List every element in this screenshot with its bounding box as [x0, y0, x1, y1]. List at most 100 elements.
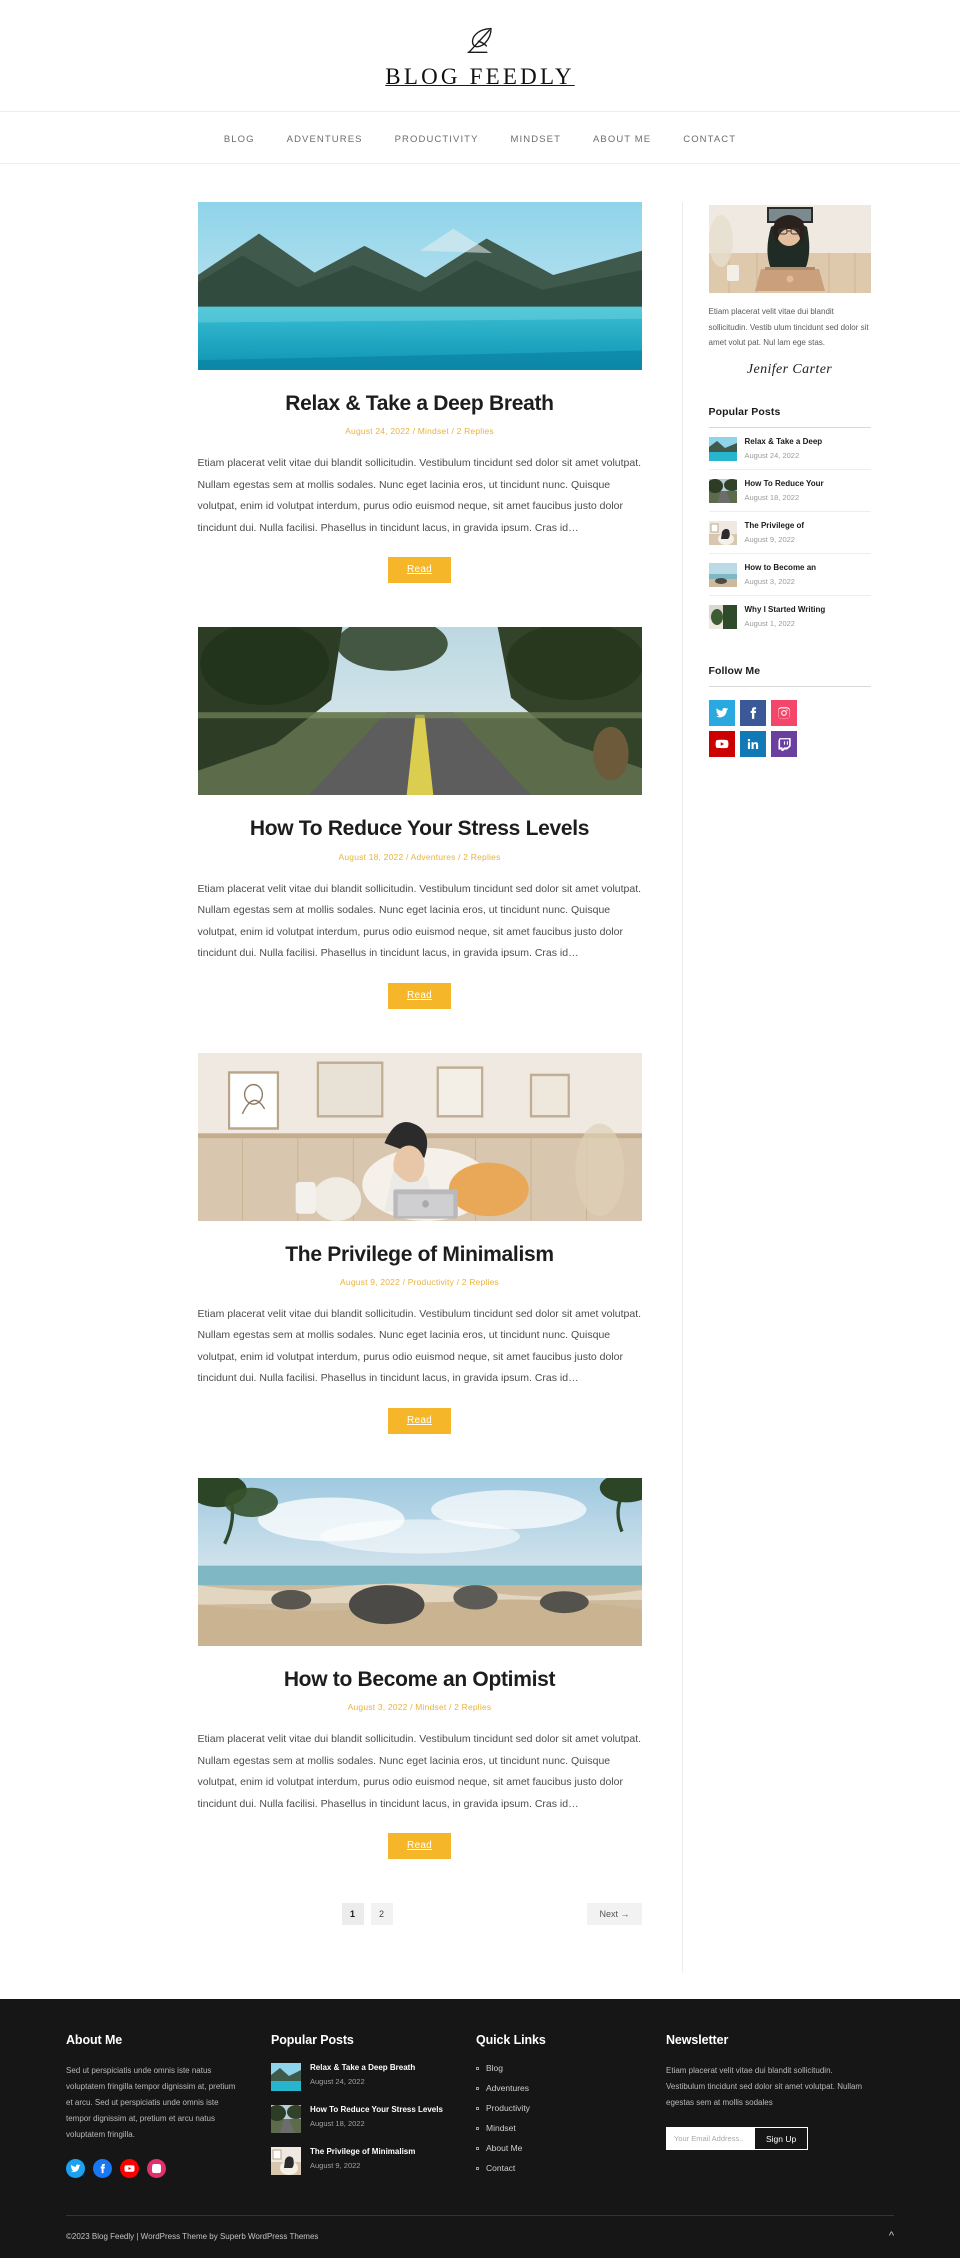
read-button-wrap: Read — [198, 1833, 642, 1860]
youtube-icon[interactable] — [708, 730, 735, 757]
read-button[interactable]: Read — [387, 982, 452, 1009]
post-card: Relax & Take a Deep Breath August 24, 20… — [197, 202, 642, 584]
pagination-next[interactable]: Next → — [587, 1903, 642, 1926]
post-thumbnail-beach[interactable] — [197, 1477, 642, 1646]
footer-popular-post-title[interactable]: The Privilege of Minimalism — [310, 2147, 415, 2157]
post-title[interactable]: How to Become an Optimist — [198, 1667, 642, 1693]
popular-post-date: August 18, 2022 — [744, 492, 800, 502]
footer-link-adventures[interactable]: Adventures — [486, 2083, 529, 2093]
nav-link-blog[interactable]: BLOG — [224, 134, 255, 145]
footer-popular-thumbnail — [271, 2063, 301, 2092]
post-title[interactable]: Relax & Take a Deep Breath — [198, 391, 642, 417]
popular-post-thumbnail — [708, 436, 737, 461]
popular-post-thumbnail — [708, 562, 737, 587]
sidebar-signature: Jenifer Carter — [746, 361, 833, 377]
instagram-icon[interactable] — [770, 699, 797, 726]
read-button[interactable]: Read — [387, 557, 452, 584]
read-button[interactable]: Read — [387, 1407, 452, 1434]
popular-post-title[interactable]: How To Reduce Your — [745, 479, 871, 490]
footer-popular-body: Relax & Take a Deep Breath August 24, 20… — [310, 2063, 415, 2085]
twitch-icon[interactable] — [770, 730, 797, 757]
bullet-icon — [476, 2166, 479, 2170]
footer-popular-item[interactable]: How To Reduce Your Stress Levels August … — [271, 2105, 448, 2134]
site-logo[interactable]: BLOG FEEDLY — [385, 26, 574, 89]
popular-post-title[interactable]: How to Become an — [745, 563, 871, 574]
nav-link-contact[interactable]: CONTACT — [683, 134, 736, 145]
sign-up-button[interactable]: Sign Up — [754, 2127, 809, 2151]
footer-link-item: Mindset — [476, 2123, 638, 2133]
footer-popular-thumbnail — [271, 2105, 301, 2134]
pagination-page-2[interactable]: 2 — [370, 1903, 393, 1926]
site-header: BLOG FEEDLY — [0, 0, 960, 112]
popular-post-item[interactable]: Relax & Take a Deep August 24, 2022 — [708, 428, 871, 470]
post-thumbnail-road[interactable] — [197, 627, 642, 796]
footer-popular-body: The Privilege of Minimalism August 9, 20… — [310, 2147, 415, 2169]
popular-post-item[interactable]: Why I Started Writing August 1, 2022 — [708, 596, 871, 637]
footer-newsletter-column: Newsletter Etiam placerat velit vitae du… — [666, 2033, 894, 2189]
post-card: How To Reduce Your Stress Levels August … — [197, 627, 642, 1009]
read-button-wrap: Read — [198, 1407, 642, 1434]
pagination-page-1[interactable]: 1 — [341, 1903, 364, 1926]
chevron-up-icon[interactable]: ^ — [889, 2230, 894, 2242]
page-wrapper: Relax & Take a Deep Breath August 24, 20… — [0, 164, 960, 1974]
post-excerpt: Etiam placerat velit vitae dui blandit s… — [197, 882, 642, 960]
nav-link-mindset[interactable]: MINDSET — [511, 134, 561, 145]
pagination: 1 2 Next → — [198, 1903, 642, 1926]
post-title[interactable]: How To Reduce Your Stress Levels — [198, 816, 642, 842]
site-title: BLOG FEEDLY — [385, 64, 575, 89]
popular-post-item[interactable]: The Privilege of August 9, 2022 — [708, 512, 871, 554]
nav-link-productivity[interactable]: PRODUCTIVITY — [395, 134, 479, 145]
popular-post-body: Why I Started Writing August 1, 2022 — [745, 605, 871, 628]
nav-link-about-me[interactable]: ABOUT ME — [593, 134, 651, 145]
footer-social-links — [66, 2159, 243, 2179]
footer-bottom-bar: ©2023 Blog Feedly | WordPress Theme by S… — [66, 2215, 894, 2258]
popular-post-title[interactable]: Relax & Take a Deep — [745, 437, 871, 448]
nav-item-contact: CONTACT — [683, 129, 736, 147]
popular-post-thumbnail — [708, 604, 737, 629]
footer-link-item: Contact — [476, 2163, 638, 2173]
linkedin-icon[interactable] — [739, 730, 766, 757]
footer-about-column: About Me Sed ut perspiciatis unde omnis … — [66, 2033, 271, 2189]
facebook-icon[interactable] — [93, 2159, 112, 2179]
post-list: Relax & Take a Deep Breath August 24, 20… — [197, 202, 683, 1974]
post-thumbnail-lake[interactable] — [197, 202, 642, 370]
footer-popular-item[interactable]: Relax & Take a Deep Breath August 24, 20… — [271, 2063, 448, 2092]
post-title[interactable]: The Privilege of Minimalism — [198, 1242, 642, 1268]
footer-link-mindset[interactable]: Mindset — [486, 2123, 516, 2133]
bullet-icon — [476, 2066, 479, 2070]
read-button[interactable]: Read — [387, 1833, 452, 1860]
footer-link-blog[interactable]: Blog — [486, 2063, 503, 2073]
popular-post-body: Relax & Take a Deep August 24, 2022 — [745, 437, 871, 460]
instagram-icon[interactable] — [147, 2159, 166, 2179]
post-meta: August 3, 2022 / Mindset / 2 Replies — [347, 1702, 492, 1713]
nav-item-adventures: ADVENTURES — [287, 129, 363, 147]
popular-post-date: August 24, 2022 — [744, 450, 800, 460]
nav-link-adventures[interactable]: ADVENTURES — [287, 134, 363, 145]
footer-popular-post-date: August 24, 2022 — [310, 2076, 365, 2086]
footer-popular-post-title[interactable]: Relax & Take a Deep Breath — [310, 2063, 415, 2073]
footer-link-contact[interactable]: Contact — [486, 2163, 515, 2173]
popular-post-body: How To Reduce Your August 18, 2022 — [745, 479, 871, 502]
email-field[interactable] — [666, 2127, 754, 2151]
footer-popular-item[interactable]: The Privilege of Minimalism August 9, 20… — [271, 2147, 448, 2176]
popular-post-date: August 9, 2022 — [744, 534, 795, 544]
popular-post-item[interactable]: How To Reduce Your August 18, 2022 — [708, 470, 871, 512]
footer-link-about-me[interactable]: About Me — [486, 2143, 522, 2153]
popular-post-date: August 1, 2022 — [744, 618, 795, 628]
twitter-icon[interactable] — [66, 2159, 85, 2179]
twitter-icon[interactable] — [708, 699, 735, 726]
post-thumbnail-bedroom[interactable] — [197, 1052, 642, 1221]
widget-title-popular-posts: Popular Posts — [708, 406, 871, 428]
footer-link-productivity[interactable]: Productivity — [486, 2103, 530, 2113]
nav-item-about-me: ABOUT ME — [593, 129, 651, 147]
post-excerpt: Etiam placerat velit vitae dui blandit s… — [197, 1733, 642, 1810]
footer-about-text: Sed ut perspiciatis unde omnis iste natu… — [66, 2066, 236, 2140]
popular-post-title[interactable]: The Privilege of — [745, 521, 871, 532]
youtube-icon[interactable] — [120, 2159, 139, 2179]
footer-popular-post-title[interactable]: How To Reduce Your Stress Levels — [310, 2105, 443, 2115]
popular-post-item[interactable]: How to Become an August 3, 2022 — [708, 554, 871, 596]
facebook-icon[interactable] — [739, 699, 766, 726]
popular-post-thumbnail — [708, 478, 737, 503]
copyright-text: ©2023 Blog Feedly | WordPress Theme by S… — [66, 2231, 319, 2241]
popular-post-title[interactable]: Why I Started Writing — [745, 605, 871, 616]
